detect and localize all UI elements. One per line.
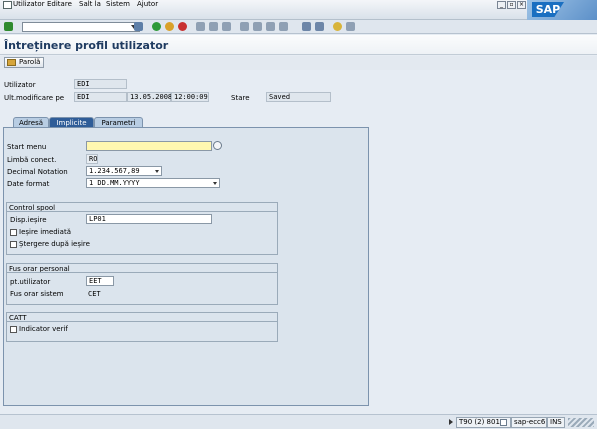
status-field: Saved [266, 92, 331, 102]
window-system-icon[interactable] [3, 1, 12, 9]
command-field[interactable] [22, 22, 140, 32]
password-icon [7, 59, 16, 66]
decimal-notation-label: Decimal Notation [7, 168, 68, 176]
user-label: Utilizator [4, 81, 36, 89]
user-field: EDI [74, 79, 127, 89]
date-format-label: Date format [7, 180, 50, 188]
system-timezone-value: CET [88, 290, 101, 298]
find-next-icon[interactable] [222, 22, 231, 31]
logon-language-label: Limbă conect. [7, 156, 57, 164]
start-menu-field[interactable] [86, 141, 212, 151]
save-icon[interactable] [134, 22, 143, 31]
insert-mode-indicator[interactable]: INS [547, 417, 565, 428]
decimal-dropdown-icon[interactable] [155, 170, 159, 173]
status-label: Stare [231, 94, 250, 102]
immediate-output-label: Ieșire imediată [19, 228, 72, 236]
exit-icon[interactable] [165, 22, 174, 31]
last-modified-label: Ult.modificare pe [4, 94, 65, 102]
menu-editare[interactable]: Editare [47, 0, 72, 8]
find-icon[interactable] [209, 22, 218, 31]
first-page-icon[interactable] [240, 22, 249, 31]
page-title: Întreținere profil utilizator [4, 39, 169, 52]
user-timezone-field[interactable]: EET [86, 276, 114, 286]
restore-icon[interactable]: ▫ [507, 1, 516, 9]
enter-icon[interactable] [4, 22, 13, 31]
output-device-field[interactable]: LP01 [86, 214, 212, 224]
layout-menu-icon[interactable] [346, 22, 355, 31]
menu-sistem[interactable]: Sistem [106, 0, 130, 8]
back-icon[interactable] [152, 22, 161, 31]
last-modified-time-field: 12:00:09 [171, 92, 209, 102]
minimize-icon[interactable]: _ [497, 1, 506, 9]
spool-divider [6, 211, 278, 212]
logon-language-field[interactable]: RO [86, 154, 98, 164]
output-device-label: Disp.ieșire [10, 216, 47, 224]
check-indicator-label: Indicator verif [19, 325, 68, 333]
last-page-icon[interactable] [279, 22, 288, 31]
status-expand-icon[interactable] [449, 419, 453, 425]
immediate-output-checkbox[interactable] [10, 229, 17, 236]
password-button[interactable]: Parolă [4, 57, 45, 68]
resize-grip-icon[interactable] [568, 418, 594, 427]
menu-salt-la[interactable]: Salt la [79, 0, 101, 8]
menu-ajutor[interactable]: Ajutor [137, 0, 158, 8]
system-timezone-label: Fus orar sistem [10, 290, 64, 298]
password-button-label: Parolă [19, 58, 41, 66]
check-indicator-checkbox[interactable] [10, 326, 17, 333]
last-modified-date-field: 13.05.2008 [127, 92, 172, 102]
timezone-divider [6, 272, 278, 273]
decimal-notation-select[interactable]: 1.234.567,89 [86, 166, 162, 176]
menu-utilizator[interactable]: Utilizator [13, 0, 45, 8]
close-icon[interactable]: × [517, 1, 526, 9]
user-timezone-label: pt.utilizator [10, 278, 51, 286]
last-modified-user-field: EDI [74, 92, 127, 102]
shortcut-icon[interactable] [315, 22, 324, 31]
value-help-icon[interactable] [213, 141, 222, 150]
date-dropdown-icon[interactable] [213, 182, 217, 185]
date-format-select[interactable]: 1 DD.MM.YYYY [86, 178, 220, 188]
print-icon[interactable] [196, 22, 205, 31]
new-session-icon[interactable] [302, 22, 311, 31]
previous-page-icon[interactable] [253, 22, 262, 31]
delete-after-output-checkbox[interactable] [10, 241, 17, 248]
delete-after-output-label: Ștergere după ieșire [19, 240, 90, 248]
help-icon[interactable] [333, 22, 342, 31]
start-menu-label: Start menu [7, 143, 47, 151]
catt-divider [6, 321, 278, 322]
cancel-icon[interactable] [178, 22, 187, 31]
application-toolbar [0, 56, 597, 70]
server-info: sap-ecc6 [511, 417, 547, 428]
next-page-icon[interactable] [266, 22, 275, 31]
session-list-icon[interactable] [500, 419, 507, 426]
